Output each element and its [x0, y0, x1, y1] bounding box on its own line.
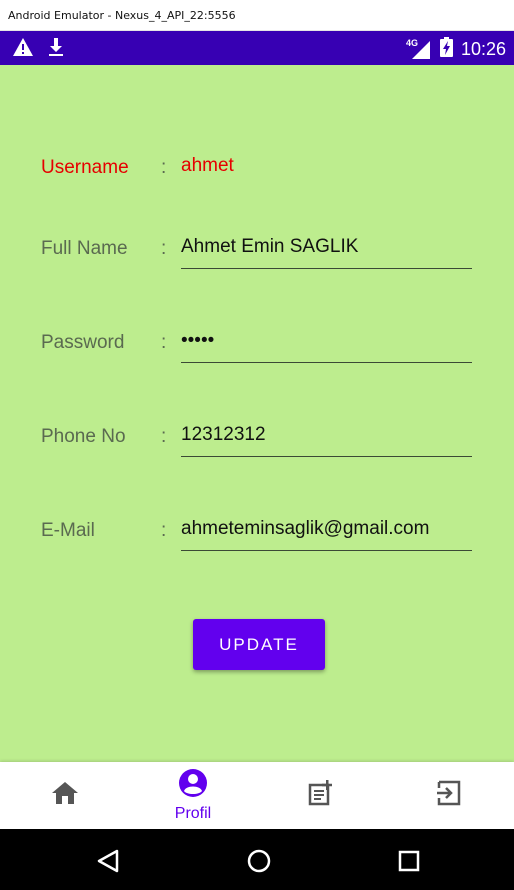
nav-item-home[interactable] — [1, 762, 129, 829]
email-row: E-Mail : ahmeteminsaglik@gmail.com — [0, 518, 514, 578]
password-colon: : — [161, 332, 167, 353]
full-name-underline — [181, 268, 472, 269]
password-underline — [181, 362, 472, 363]
system-navigation-bar — [0, 829, 514, 890]
full-name-colon: : — [161, 238, 167, 259]
phone-row: Phone No : 12312312 — [0, 424, 514, 484]
download-icon — [48, 37, 64, 62]
password-field[interactable]: ••••• — [181, 330, 214, 352]
recents-icon[interactable] — [398, 850, 420, 877]
nav-item-logout[interactable] — [385, 762, 513, 829]
logout-icon — [435, 779, 463, 812]
update-button[interactable]: UPDATE — [193, 619, 325, 670]
status-bar: 4G 10:26 — [0, 31, 514, 65]
status-time: 10:26 — [460, 39, 506, 59]
full-name-field[interactable]: Ahmet Emin SAGLIK — [181, 236, 358, 258]
nav-item-profil[interactable]: Profil — [129, 762, 257, 829]
email-label: E-Mail — [41, 520, 95, 541]
home-circle-icon[interactable] — [247, 849, 271, 878]
battery-charging-icon — [439, 37, 453, 62]
email-underline — [181, 550, 472, 551]
phone-label: Phone No — [41, 426, 126, 447]
post-add-icon — [307, 779, 335, 812]
home-icon — [51, 780, 79, 811]
window-titlebar: Android Emulator - Nexus_4_API_22:5556 — [0, 0, 514, 31]
phone-field[interactable]: 12312312 — [181, 424, 266, 446]
warning-icon — [12, 37, 34, 62]
username-colon: : — [161, 157, 167, 178]
username-value: ahmet — [181, 155, 234, 176]
bottom-navigation: Profil — [0, 762, 514, 829]
phone-underline — [181, 456, 472, 457]
nav-item-post-add[interactable] — [257, 762, 385, 829]
back-icon[interactable] — [96, 849, 120, 878]
full-name-label: Full Name — [41, 238, 128, 259]
account-circle-icon — [178, 768, 208, 803]
profile-content: Username : ahmet Full Name : Ahmet Emin … — [0, 65, 514, 762]
network-type: 4G — [405, 37, 418, 48]
email-field[interactable]: ahmeteminsaglik@gmail.com — [181, 518, 429, 540]
window-title: Android Emulator - Nexus_4_API_22:5556 — [8, 9, 236, 22]
phone-colon: : — [161, 426, 167, 447]
password-label: Password — [41, 332, 125, 353]
nav-label-profil: Profil — [174, 805, 212, 822]
signal-icon: 4G — [405, 37, 432, 60]
username-row: Username : ahmet — [0, 155, 514, 215]
password-row: Password : ••••• — [0, 330, 514, 390]
full-name-row: Full Name : Ahmet Emin SAGLIK — [0, 236, 514, 296]
email-colon: : — [161, 520, 167, 541]
username-label: Username — [41, 157, 129, 178]
